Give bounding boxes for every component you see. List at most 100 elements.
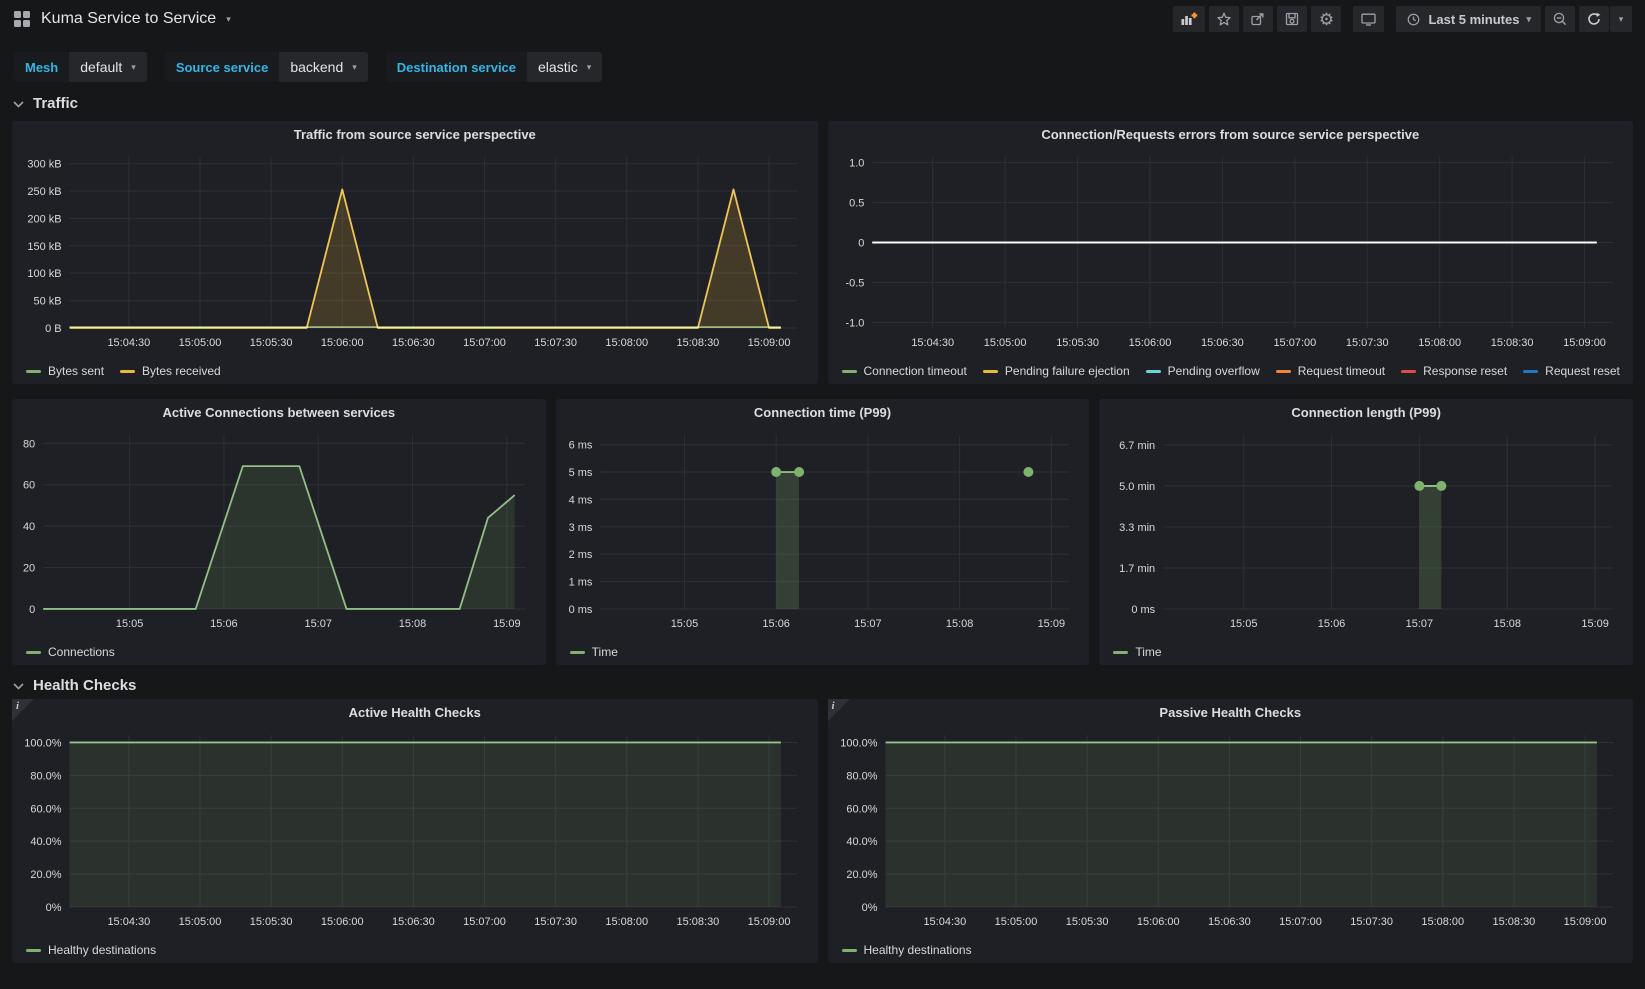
legend-item[interactable]: Connections xyxy=(26,645,115,659)
cycle-view-button[interactable] xyxy=(1353,6,1384,32)
svg-text:6 ms: 6 ms xyxy=(568,440,592,452)
clock-icon xyxy=(1406,12,1421,27)
svg-text:15:05: 15:05 xyxy=(116,618,144,630)
chart-canvas[interactable]: 15:0515:0615:0715:0815:090 ms1.7 min3.3 … xyxy=(1099,425,1633,639)
panel-title[interactable]: Active Connections between services xyxy=(12,399,546,425)
time-range-picker[interactable]: Last 5 minutes ▾ xyxy=(1396,6,1541,32)
svg-text:300 kB: 300 kB xyxy=(27,159,61,171)
svg-text:15:09:00: 15:09:00 xyxy=(1563,337,1606,349)
dashboard-grid-icon[interactable] xyxy=(13,10,31,28)
chevron-down-icon[interactable]: ▾ xyxy=(226,15,231,24)
svg-text:15:05:30: 15:05:30 xyxy=(250,916,293,928)
panel-title[interactable]: Connection/Requests errors from source s… xyxy=(828,121,1634,147)
share-icon xyxy=(1250,11,1266,27)
panel-row-health: i Active Health Checks 15:04:3015:05:001… xyxy=(12,699,1633,963)
add-panel-icon xyxy=(1180,11,1198,27)
chevron-down-icon: ▾ xyxy=(587,63,592,72)
svg-text:15:09:00: 15:09:00 xyxy=(1563,916,1606,928)
variable-value: backend xyxy=(290,59,343,75)
star-button[interactable] xyxy=(1209,6,1239,32)
panel-title[interactable]: Passive Health Checks xyxy=(828,699,1634,725)
svg-text:15:07: 15:07 xyxy=(304,618,332,630)
variable-value-dropdown[interactable]: backend ▾ xyxy=(279,52,367,82)
variable-value: default xyxy=(80,59,122,75)
legend-item[interactable]: Request reset xyxy=(1523,364,1620,378)
zoom-out-button[interactable] xyxy=(1545,6,1575,32)
svg-text:15:06:00: 15:06:00 xyxy=(321,916,364,928)
legend-item[interactable]: Healthy destinations xyxy=(26,943,156,957)
panel-title[interactable]: Traffic from source service perspective xyxy=(12,121,818,147)
dashboard-title[interactable]: Kuma Service to Service xyxy=(41,10,216,28)
svg-text:15:07:30: 15:07:30 xyxy=(1345,337,1388,349)
panel-title[interactable]: Connection time (P99) xyxy=(556,399,1090,425)
chevron-down-icon xyxy=(13,681,24,691)
section-health-checks[interactable]: Health Checks xyxy=(13,677,1645,694)
legend-item[interactable]: Pending failure ejection xyxy=(983,364,1130,378)
svg-text:15:06:00: 15:06:00 xyxy=(1128,337,1171,349)
svg-text:0: 0 xyxy=(858,238,864,250)
variable-value-dropdown[interactable]: elastic ▾ xyxy=(527,52,602,82)
share-button[interactable] xyxy=(1243,6,1273,32)
svg-text:15:09: 15:09 xyxy=(1037,618,1065,630)
panel-traffic: i Traffic from source service perspectiv… xyxy=(12,121,818,384)
legend-item[interactable]: Healthy destinations xyxy=(842,943,972,957)
chart-legend: Healthy destinations xyxy=(12,937,818,963)
svg-text:15:06: 15:06 xyxy=(1318,618,1346,630)
svg-text:15:08:00: 15:08:00 xyxy=(605,916,648,928)
svg-text:15:08: 15:08 xyxy=(946,618,974,630)
chevron-down-icon: ▾ xyxy=(352,63,357,72)
legend-item[interactable]: Time xyxy=(1113,645,1161,659)
legend-item[interactable]: Pending overflow xyxy=(1146,364,1260,378)
save-button[interactable] xyxy=(1277,6,1307,32)
svg-text:15:05:30: 15:05:30 xyxy=(1056,337,1099,349)
legend-item[interactable]: Bytes received xyxy=(120,364,221,378)
refresh-button[interactable] xyxy=(1579,6,1609,32)
svg-text:60.0%: 60.0% xyxy=(30,803,61,815)
panel-info-icon[interactable]: i xyxy=(828,699,850,721)
svg-text:15:08:00: 15:08:00 xyxy=(1421,916,1464,928)
settings-button[interactable]: ⚙ xyxy=(1311,6,1341,32)
chart-canvas[interactable]: 15:04:3015:05:0015:05:3015:06:0015:06:30… xyxy=(828,725,1634,937)
star-icon xyxy=(1216,11,1232,27)
svg-text:15:08:00: 15:08:00 xyxy=(605,337,648,349)
chart-canvas[interactable]: 15:04:3015:05:0015:05:3015:06:0015:06:30… xyxy=(12,725,818,937)
add-panel-button[interactable] xyxy=(1173,6,1205,32)
panel-title[interactable]: Active Health Checks xyxy=(12,699,818,725)
panel-title[interactable]: Connection length (P99) xyxy=(1099,399,1633,425)
svg-text:15:09: 15:09 xyxy=(1582,618,1610,630)
svg-text:1.7 min: 1.7 min xyxy=(1119,563,1155,575)
chart-canvas[interactable]: 15:04:3015:05:0015:05:3015:06:0015:06:30… xyxy=(828,147,1634,358)
svg-text:15:05: 15:05 xyxy=(670,618,698,630)
svg-text:15:07: 15:07 xyxy=(1406,618,1434,630)
legend-item[interactable]: Response reset xyxy=(1401,364,1507,378)
svg-text:15:06:30: 15:06:30 xyxy=(1208,916,1251,928)
svg-text:6.7 min: 6.7 min xyxy=(1119,440,1155,452)
svg-text:15:07:00: 15:07:00 xyxy=(463,916,506,928)
settings-gear-icon: ⚙ xyxy=(1319,11,1334,28)
variable-destination-service: Destination service elastic ▾ xyxy=(386,52,602,82)
svg-text:15:08:30: 15:08:30 xyxy=(1490,337,1533,349)
panel-info-icon[interactable]: i xyxy=(12,699,34,721)
section-traffic[interactable]: Traffic xyxy=(13,95,1645,112)
section-title: Health Checks xyxy=(33,677,136,694)
legend-item[interactable]: Connection timeout xyxy=(842,364,967,378)
svg-text:100 kB: 100 kB xyxy=(27,268,61,280)
svg-text:-0.5: -0.5 xyxy=(845,277,864,289)
variable-value-dropdown[interactable]: default ▾ xyxy=(69,52,147,82)
chart-canvas[interactable]: 15:0515:0615:0715:0815:090 ms1 ms2 ms3 m… xyxy=(556,425,1090,639)
chart-canvas[interactable]: 15:04:3015:05:0015:05:3015:06:0015:06:30… xyxy=(12,147,818,358)
svg-text:15:07:30: 15:07:30 xyxy=(534,916,577,928)
legend-item[interactable]: Time xyxy=(570,645,618,659)
legend-item[interactable]: Request timeout xyxy=(1276,364,1385,378)
chart-canvas[interactable]: 15:0515:0615:0715:0815:09020406080 xyxy=(12,425,546,639)
svg-text:20.0%: 20.0% xyxy=(846,869,877,881)
svg-text:15:09:00: 15:09:00 xyxy=(748,337,791,349)
variable-label: Source service xyxy=(165,52,280,82)
svg-text:5 ms: 5 ms xyxy=(568,467,592,479)
refresh-interval-dropdown[interactable]: ▾ xyxy=(1610,6,1632,32)
svg-text:150 kB: 150 kB xyxy=(27,241,61,253)
svg-text:15:08: 15:08 xyxy=(399,618,427,630)
legend-item[interactable]: Bytes sent xyxy=(26,364,104,378)
variable-source-service: Source service backend ▾ xyxy=(165,52,368,82)
svg-text:1.0: 1.0 xyxy=(849,158,864,170)
